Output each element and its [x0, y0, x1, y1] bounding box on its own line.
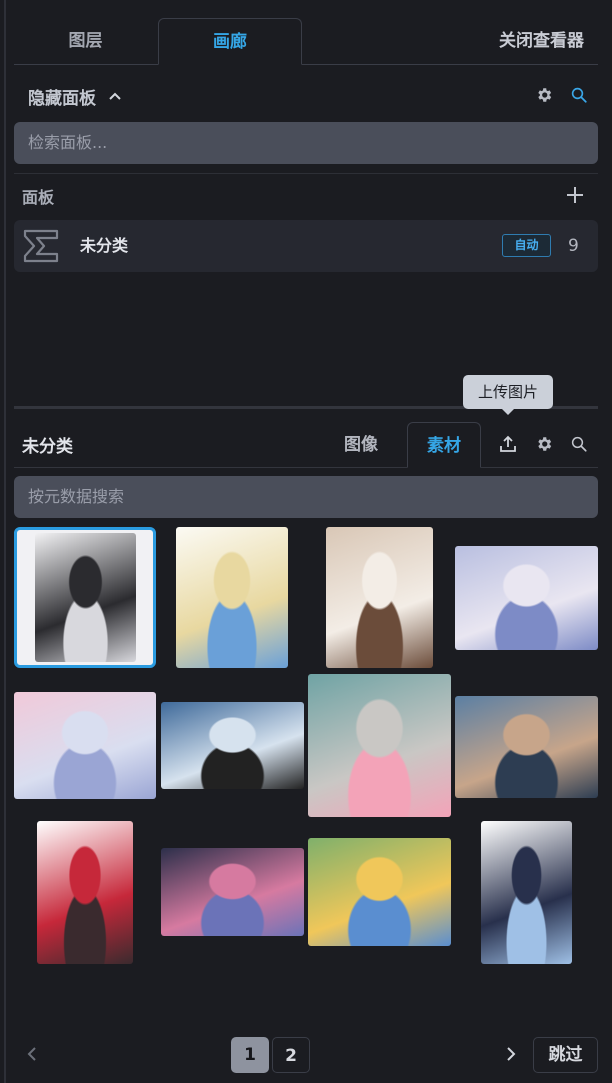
page-2-button[interactable]: 2 [272, 1037, 310, 1073]
gallery-thumbnail[interactable] [161, 848, 304, 936]
uncategorized-board-icon [23, 229, 59, 263]
thumbnail-image [161, 848, 304, 936]
board-image-count: 9 [568, 236, 579, 256]
gallery-board-title: 未分类 [22, 437, 73, 457]
gallery-settings-button[interactable] [533, 433, 555, 455]
gallery-thumbnail[interactable] [455, 696, 598, 798]
gallery-thumbnail[interactable] [35, 533, 136, 662]
gallery-thumbnail[interactable] [481, 821, 572, 964]
toggle-boards-button[interactable]: 隐藏面板 [28, 82, 122, 110]
thumbnail-image [308, 838, 451, 946]
gallery-thumbnail[interactable] [455, 546, 598, 650]
prev-page-icon[interactable] [25, 1046, 39, 1062]
upload-button[interactable] [497, 433, 519, 455]
search-icon [571, 87, 587, 103]
tab-gallery[interactable]: 画廊 [158, 18, 302, 65]
add-board-button[interactable] [564, 184, 586, 206]
next-page-icon[interactable] [504, 1046, 518, 1062]
gear-icon [538, 437, 552, 451]
board-item-uncategorized[interactable]: 未分类 自动 9 [14, 220, 598, 272]
gallery-tabs-underline [14, 467, 598, 468]
main-tabs: 图层 画廊 关闭查看器 [14, 18, 598, 65]
thumbnail-image [455, 696, 598, 798]
gallery-thumbnail[interactable] [326, 527, 433, 668]
gallery-search-button[interactable] [568, 433, 590, 455]
page-1-button[interactable]: 1 [231, 1037, 269, 1073]
plus-icon [567, 187, 583, 203]
close-viewer-button[interactable]: 关闭查看器 [464, 18, 584, 65]
upload-icon [500, 435, 516, 452]
board-settings-button[interactable] [533, 84, 555, 106]
gallery-thumbnail[interactable] [161, 702, 304, 789]
tab-images[interactable]: 图像 [330, 422, 392, 468]
board-search-button[interactable] [568, 84, 590, 106]
upload-tooltip: 上传图片 [463, 375, 553, 415]
search-icon [571, 436, 587, 452]
skip-button[interactable]: 跳过 [533, 1037, 598, 1073]
metadata-search-input[interactable]: 按元数据搜索 [14, 476, 598, 518]
boards-section-label: 面板 [22, 188, 55, 207]
thumbnail-image [326, 527, 433, 668]
gallery-thumbnail[interactable] [37, 821, 133, 964]
gallery-thumbnail[interactable] [14, 692, 156, 799]
thumbnail-image [14, 692, 156, 799]
chevron-up-icon [109, 92, 121, 100]
gallery-thumbnail[interactable] [308, 838, 451, 946]
gallery-thumbnail[interactable] [176, 527, 288, 668]
panel-resize-rail[interactable] [4, 0, 6, 1083]
thumbnail-image [455, 546, 598, 650]
auto-add-badge: 自动 [502, 234, 551, 257]
gallery-thumbnail[interactable] [308, 674, 451, 817]
thumbnail-image [35, 533, 136, 662]
board-name: 未分类 [80, 236, 129, 255]
divider [14, 173, 598, 174]
thumbnail-image [161, 702, 304, 789]
thumbnail-image [37, 821, 133, 964]
thumbnail-image [481, 821, 572, 964]
tab-assets[interactable]: 素材 [407, 422, 481, 468]
gear-icon [538, 88, 552, 102]
thumbnail-image [308, 674, 451, 817]
tab-layers[interactable]: 图层 [14, 18, 157, 65]
thumbnail-image [176, 527, 288, 668]
board-search-input[interactable]: 检索面板... [14, 122, 598, 164]
hide-boards-label: 隐藏面板 [28, 88, 96, 109]
